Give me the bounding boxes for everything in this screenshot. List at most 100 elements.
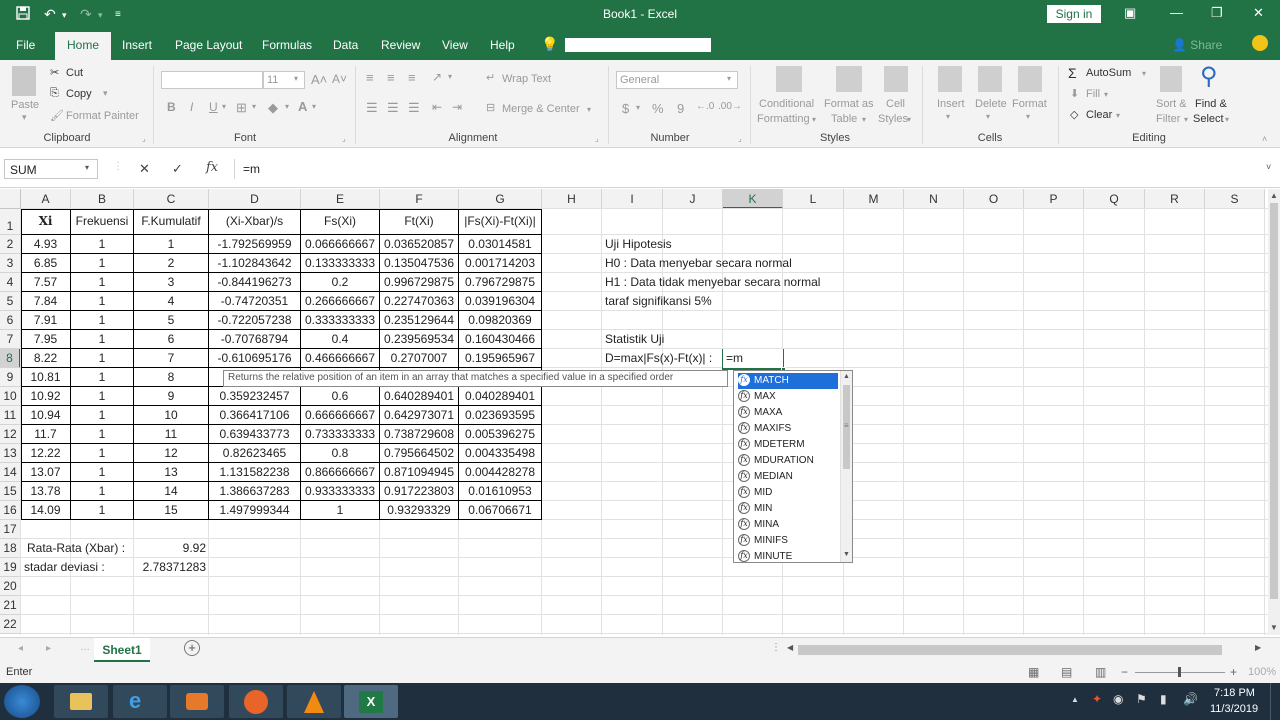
table-cell[interactable]: 13.78 <box>21 482 71 501</box>
table-header-cell[interactable]: Frekuensi <box>71 209 134 235</box>
tray-flag-icon[interactable]: ⚑ <box>1136 692 1147 706</box>
scroll-up-icon[interactable]: ▲ <box>1270 191 1278 200</box>
fill-color-icon[interactable]: ◆ <box>268 100 278 116</box>
autocomplete-item-mina[interactable]: fx MINA <box>738 517 838 533</box>
delete-cells-icon[interactable] <box>978 66 1002 92</box>
table-cell[interactable]: 12.22 <box>21 444 71 463</box>
column-header-d[interactable]: D <box>209 189 301 209</box>
column-header-b[interactable]: B <box>71 189 134 209</box>
hypothesis-text-cell[interactable]: Uji Hipotesis <box>602 235 842 254</box>
table-cell[interactable]: 12 <box>134 444 209 463</box>
insert-dropdown-icon[interactable]: ▾ <box>946 112 950 121</box>
table-cell[interactable]: 1 <box>71 273 134 292</box>
align-top-icon[interactable]: ≡ <box>366 70 374 85</box>
font-color-dropdown-icon[interactable]: ▾ <box>312 102 316 111</box>
table-cell[interactable]: 0.738729608 <box>380 425 459 444</box>
tab-page-layout[interactable]: Page Layout <box>175 38 242 52</box>
table-header-cell[interactable]: (Xi-Xbar)/s <box>209 209 301 235</box>
horizontal-scroll-thumb[interactable] <box>798 645 1222 655</box>
cancel-formula-button[interactable]: ✕ <box>139 161 150 177</box>
ribbon-display-icon[interactable]: ▣ <box>1124 5 1136 21</box>
find-select-label-2[interactable]: Select <box>1193 113 1224 125</box>
format-cells-button[interactable]: Format <box>1012 98 1047 110</box>
clear-button[interactable]: Clear <box>1086 109 1112 121</box>
share-button[interactable]: 👤 Share <box>1172 38 1222 52</box>
mean-value-cell[interactable]: 9.92 <box>134 539 209 558</box>
table-header-cell[interactable]: Xi <box>21 209 71 235</box>
row-header-12[interactable]: 12 <box>0 425 21 444</box>
excel-taskbar-icon[interactable]: X <box>344 685 398 718</box>
table-cell[interactable]: 0.8 <box>301 444 380 463</box>
merge-center-button[interactable]: Merge & Center <box>502 103 580 115</box>
table-cell[interactable]: 3 <box>134 273 209 292</box>
table-cell[interactable]: 1.131582238 <box>209 463 301 482</box>
row-header-20[interactable]: 20 <box>0 577 21 596</box>
table-cell[interactable]: 6 <box>134 330 209 349</box>
delete-dropdown-icon[interactable]: ▾ <box>986 112 990 121</box>
sort-filter-icon[interactable] <box>1160 66 1182 92</box>
table-cell[interactable]: 0.266666667 <box>301 292 380 311</box>
row-header-22[interactable]: 22 <box>0 615 21 634</box>
cell-styles-dropdown-icon[interactable]: ▾ <box>907 115 911 124</box>
table-cell[interactable]: 8.22 <box>21 349 71 368</box>
paste-button[interactable]: Paste <box>11 99 39 111</box>
table-cell[interactable]: 13 <box>134 463 209 482</box>
table-cell[interactable]: 14.09 <box>21 501 71 520</box>
tab-review[interactable]: Review <box>381 38 420 52</box>
tray-security-icon[interactable]: ◉ <box>1113 692 1123 706</box>
tray-overflow-icon[interactable]: ▲ <box>1071 695 1079 704</box>
autocomplete-item-maxifs[interactable]: fx MAXIFS <box>738 421 838 437</box>
tab-insert[interactable]: Insert <box>122 38 152 52</box>
cut-button[interactable]: Cut <box>66 67 83 79</box>
column-header-h[interactable]: H <box>542 189 602 209</box>
internet-explorer-taskbar-icon[interactable]: e <box>113 685 167 718</box>
conditional-formatting-label[interactable]: Conditional <box>759 98 814 110</box>
name-box[interactable]: SUM ▾ <box>4 159 98 179</box>
tab-home[interactable]: Home <box>55 32 112 60</box>
column-header-l[interactable]: L <box>783 189 844 209</box>
table-cell[interactable]: 1 <box>71 444 134 463</box>
table-cell[interactable]: 1 <box>71 368 134 387</box>
column-header-k[interactable]: K <box>723 189 783 209</box>
table-cell[interactable]: 0.235129644 <box>380 311 459 330</box>
sd-value-cell[interactable]: 2.78371283 <box>134 558 209 577</box>
copy-button[interactable]: Copy <box>66 88 92 100</box>
row-header-6[interactable]: 6 <box>0 311 21 330</box>
paste-dropdown-icon[interactable]: ▾ <box>22 112 27 123</box>
tab-view[interactable]: View <box>442 38 468 52</box>
column-header-f[interactable]: F <box>380 189 459 209</box>
hypothesis-text-cell[interactable]: H0 : Data menyebar secara normal <box>602 254 842 273</box>
number-launcher-icon[interactable]: ⌟ <box>738 134 742 143</box>
tab-help[interactable]: Help <box>490 38 515 52</box>
currency-dropdown-icon[interactable]: ▾ <box>636 103 640 112</box>
table-cell[interactable]: 0.917223803 <box>380 482 459 501</box>
worksheet-grid[interactable]: ABCDEFGHIJKLMNOPQRS 1 2 3 4 5 6 7 8 9 10 11 12 13 14 1… <box>0 189 1268 635</box>
table-cell[interactable]: 11.7 <box>21 425 71 444</box>
normal-view-icon[interactable]: ▦ <box>1028 665 1039 679</box>
orientation-dropdown-icon[interactable]: ▾ <box>448 72 452 81</box>
table-cell[interactable]: 0.366417106 <box>209 406 301 425</box>
table-cell[interactable]: 1 <box>71 482 134 501</box>
table-cell[interactable]: 0.871094945 <box>380 463 459 482</box>
feedback-smiley-icon[interactable] <box>1252 35 1268 51</box>
wrap-text-button[interactable]: Wrap Text <box>502 73 551 85</box>
table-cell[interactable]: 0.2707007 <box>380 349 459 368</box>
table-cell[interactable]: 0.039196304 <box>459 292 542 311</box>
table-cell[interactable]: 0.640289401 <box>380 387 459 406</box>
table-cell[interactable]: -1.792569959 <box>209 235 301 254</box>
table-cell[interactable]: 0.4 <box>301 330 380 349</box>
cell-styles-label-2[interactable]: Styles <box>878 113 908 125</box>
table-cell[interactable]: 0.160430466 <box>459 330 542 349</box>
column-header-q[interactable]: Q <box>1084 189 1145 209</box>
table-header-cell[interactable]: |Fs(Xi)-Ft(Xi)| <box>459 209 542 235</box>
table-cell[interactable]: 0.227470363 <box>380 292 459 311</box>
align-left-icon[interactable]: ☰ <box>366 100 378 116</box>
format-cells-icon[interactable] <box>1018 66 1042 92</box>
cell-styles-label[interactable]: Cell <box>886 98 905 110</box>
autocomplete-item-maxa[interactable]: fx MAXA <box>738 405 838 421</box>
orientation-icon[interactable]: ↗ <box>432 70 442 84</box>
minimize-icon[interactable]: — <box>1170 5 1183 20</box>
autosum-dropdown-icon[interactable]: ▾ <box>1142 69 1146 78</box>
autocomplete-item-minifs[interactable]: fx MINIFS <box>738 533 838 549</box>
tab-data[interactable]: Data <box>333 38 358 52</box>
